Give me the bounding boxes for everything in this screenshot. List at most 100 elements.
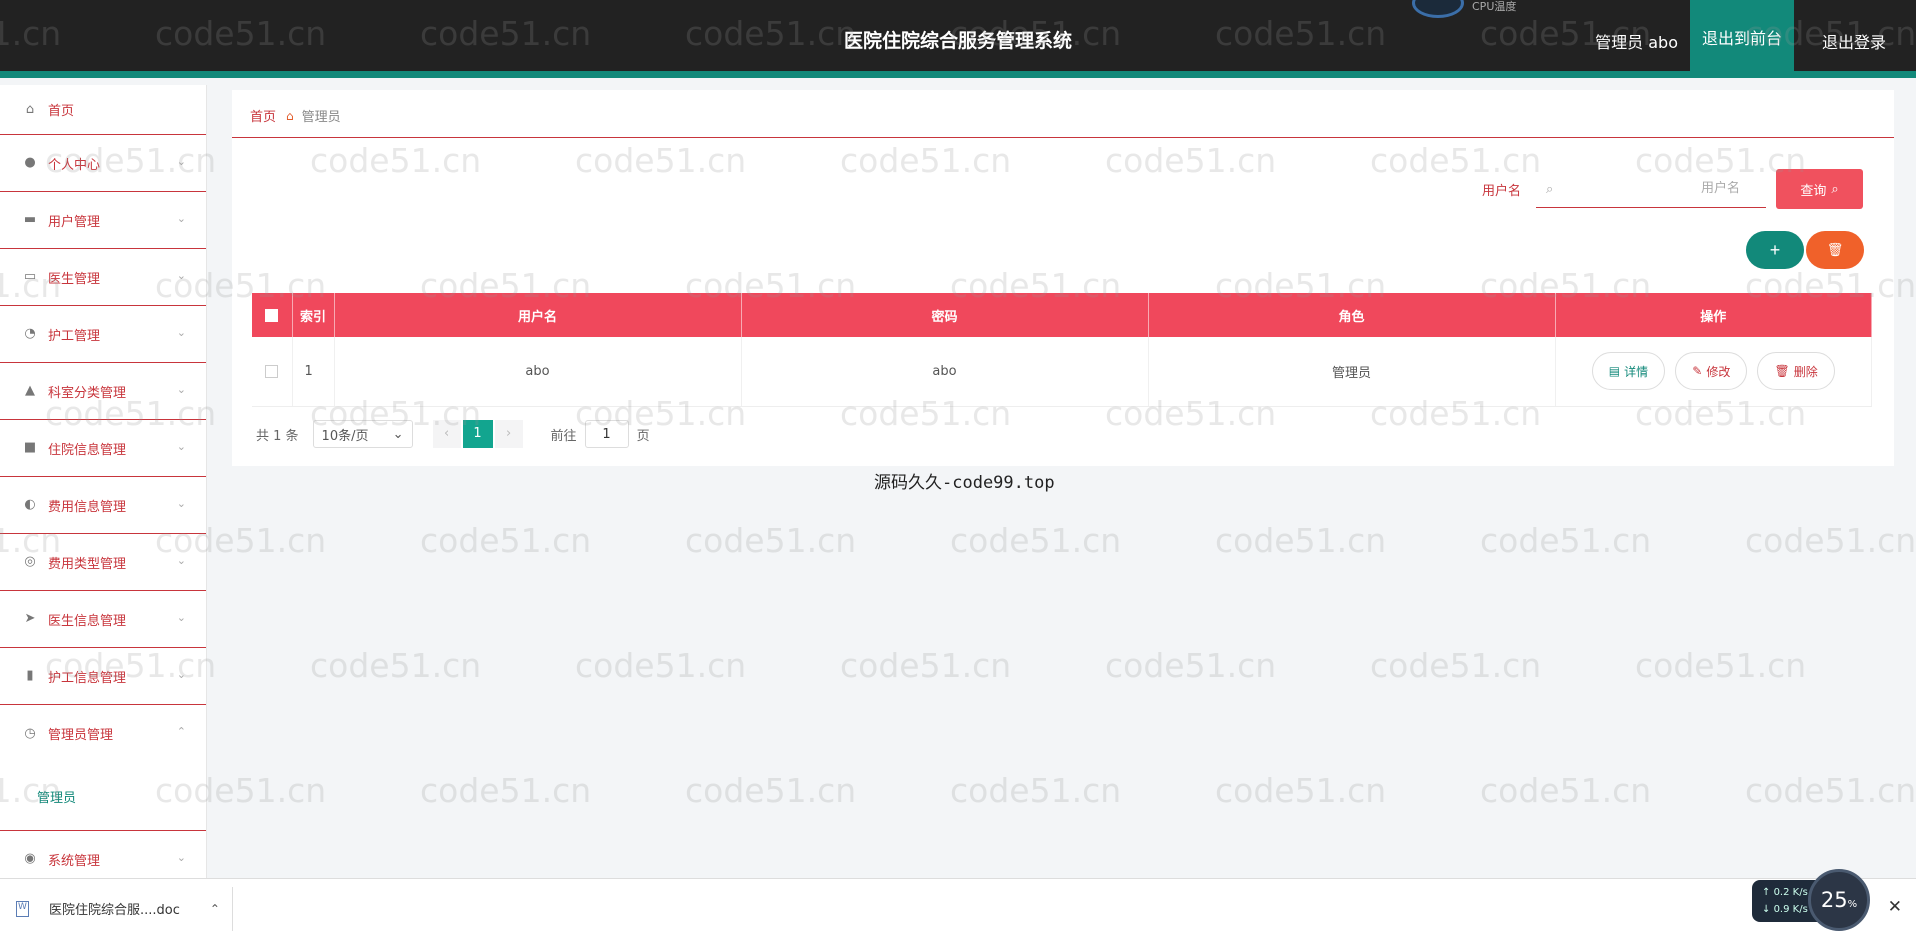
detail-button[interactable]: ▤ 详情 <box>1591 352 1666 391</box>
percent-unit: % <box>1847 899 1858 910</box>
goto-page-input[interactable] <box>584 420 629 448</box>
watermark-text: code51.cn <box>840 646 1012 685</box>
watermark-text: code51.cn <box>1480 771 1652 810</box>
settings-icon: ◉ <box>24 851 36 866</box>
speed-unit: K/s <box>1792 904 1808 915</box>
doc-file-icon: W <box>16 900 29 917</box>
sidebar-item-home[interactable]: ⌂ 首页 <box>0 85 206 135</box>
watermark-text: code51.cn <box>1745 521 1916 560</box>
top-header: CPU温度 医院住院综合服务管理系统 管理员 abo 退出到前台 退出登录 <box>0 0 1916 78</box>
delete-label: 删除 <box>1793 364 1818 379</box>
select-all-checkbox[interactable] <box>265 308 279 322</box>
select-all-cell <box>252 293 293 337</box>
page-size-select[interactable]: 10条/页 ⌄ <box>312 420 413 448</box>
breadcrumb-divider <box>232 137 1894 138</box>
query-button-label: 查询 <box>1800 183 1827 199</box>
sidebar-item-label: 医生管理 <box>48 271 101 287</box>
column-header-index: 索引 <box>292 293 335 337</box>
download-bar: W 医院住院综合服....doc ⌃ ✕ <box>0 878 1916 938</box>
send-icon: ➤ <box>24 611 36 626</box>
chevron-down-icon: ⌄ <box>176 212 186 225</box>
watermark-text: code51.cn <box>1105 646 1277 685</box>
chevron-down-icon: ⌄ <box>176 383 186 396</box>
sidebar-item-caregiver-info[interactable]: ▮ 护工信息管理 ⌄ <box>0 648 206 705</box>
edit-button[interactable]: ✎ 修改 <box>1675 352 1748 391</box>
close-icon[interactable]: ✕ <box>1888 897 1902 917</box>
table-row: 1 abo abo 管理员 ▤ 详情 ✎ 修改 🗑 删除 <box>252 337 1872 407</box>
goto-label: 前往 <box>550 428 577 444</box>
sidebar-item-doctor-info[interactable]: ➤ 医生信息管理 ⌄ <box>0 591 206 648</box>
person-icon: ▲ <box>25 383 35 398</box>
pagination: 共 1 条 10条/页 ⌄ ‹ 1 › 前往 页 <box>256 420 650 448</box>
chevron-up-icon: ⌃ <box>176 725 186 738</box>
sidebar-item-departments[interactable]: ▲ 科室分类管理 ⌄ <box>0 363 206 420</box>
breadcrumb-current: 管理员 <box>301 110 341 125</box>
search-icon: ⌕ <box>1546 181 1554 197</box>
upload-speed-value: 0.2 <box>1773 887 1790 898</box>
sidebar-item-label: 费用类型管理 <box>48 556 127 572</box>
chevron-up-icon[interactable]: ⌃ <box>210 902 220 916</box>
column-header-role: 角色 <box>1148 293 1556 337</box>
ball-icon: ◎ <box>24 554 36 569</box>
sidebar-item-caregivers[interactable]: ◔ 护工管理 ⌄ <box>0 306 206 363</box>
sidebar-item-users[interactable]: ▬ 用户管理 ⌄ <box>0 192 206 249</box>
chevron-down-icon: ⌄ <box>176 155 186 168</box>
gauge-icon: ◔ <box>24 326 36 341</box>
sidebar-item-fee-types[interactable]: ◎ 费用类型管理 ⌄ <box>0 534 206 591</box>
download-item[interactable]: W 医院住院综合服....doc ⌃ <box>16 899 220 918</box>
page-unit-label: 页 <box>636 428 650 444</box>
search-input[interactable] <box>1560 181 1750 196</box>
watermark-text: code51.cn <box>685 521 857 560</box>
main-panel: 首页 ⌂ 管理员 用户名 ⌕ 查询 ⌕ + 🗑 索引 用户名 密码 角色 操作 <box>232 90 1894 466</box>
sidebar-item-label: 费用信息管理 <box>48 499 127 515</box>
sidebar-subitem-admin[interactable]: 管理员 <box>0 762 206 831</box>
trash-icon: 🗑 <box>1774 364 1790 379</box>
search-label: 用户名 <box>1482 184 1522 199</box>
chevron-down-icon: ⌄ <box>176 554 186 567</box>
sidebar-item-doctors[interactable]: ▭ 医生管理 ⌄ <box>0 249 206 306</box>
watermark-text: code51.cn <box>420 771 592 810</box>
prev-page-button[interactable]: ‹ <box>432 420 461 448</box>
chevron-down-icon: ⌄ <box>392 426 404 442</box>
delete-button[interactable]: 🗑 删除 <box>1757 352 1835 391</box>
bars-icon: ▮ <box>26 668 34 683</box>
pagination-total: 共 1 条 <box>256 428 299 444</box>
sidebar-item-profile[interactable]: ● 个人中心 ⌄ <box>0 135 206 192</box>
sidebar-item-label: 科室分类管理 <box>48 385 127 401</box>
detail-label: 详情 <box>1624 364 1649 379</box>
next-page-button[interactable]: › <box>494 420 523 448</box>
watermark-text: code51.cn <box>950 521 1122 560</box>
add-button[interactable]: + <box>1746 231 1804 269</box>
sidebar-item-fees[interactable]: ◐ 费用信息管理 ⌄ <box>0 477 206 534</box>
cell-username: abo <box>334 337 742 407</box>
sidebar-item-label: 护工管理 <box>48 328 101 344</box>
cell-role: 管理员 <box>1148 337 1556 407</box>
watermark-text: code51.cn <box>685 771 857 810</box>
download-speed-value: 0.9 <box>1773 904 1790 915</box>
row-checkbox[interactable] <box>265 364 279 378</box>
watermark-text: code51.cn <box>1215 771 1387 810</box>
breadcrumb-home[interactable]: 首页 <box>250 106 276 125</box>
watermark-text: code51.cn <box>1635 646 1807 685</box>
sidebar-item-inpatient[interactable]: ■ 住院信息管理 ⌄ <box>0 420 206 477</box>
admin-table: 索引 用户名 密码 角色 操作 1 abo abo 管理员 ▤ 详情 ✎ 修改 … <box>252 293 1872 407</box>
batch-delete-button[interactable]: 🗑 <box>1806 231 1864 269</box>
sidebar-item-admins[interactable]: ◷ 管理员管理 ⌃ <box>0 705 206 762</box>
cpu-label: CPU温度 <box>1472 0 1517 13</box>
download-file-name: 医院住院综合服....doc <box>49 903 180 918</box>
cpu-usage-value: 25 <box>1820 888 1848 912</box>
watermark-text: code51.cn <box>1745 771 1916 810</box>
chevron-down-icon: ⌄ <box>176 497 186 510</box>
sidebar-item-label: 用户管理 <box>48 214 101 230</box>
watermark-text: code51.cn <box>1370 646 1542 685</box>
sidebar-item-label: 护工信息管理 <box>48 670 127 686</box>
current-user: 管理员 abo <box>1595 33 1678 52</box>
watermark-text: code51.cn <box>950 771 1122 810</box>
watermark-text: code51.cn <box>1215 521 1387 560</box>
logout-button[interactable]: 退出登录 <box>1822 29 1886 53</box>
chevron-down-icon: ⌄ <box>176 668 186 681</box>
chevron-down-icon: ⌄ <box>176 851 186 864</box>
page-number-current[interactable]: 1 <box>462 420 493 448</box>
query-button[interactable]: 查询 ⌕ <box>1776 169 1863 209</box>
exit-to-frontend-button[interactable]: 退出到前台 <box>1690 0 1794 78</box>
